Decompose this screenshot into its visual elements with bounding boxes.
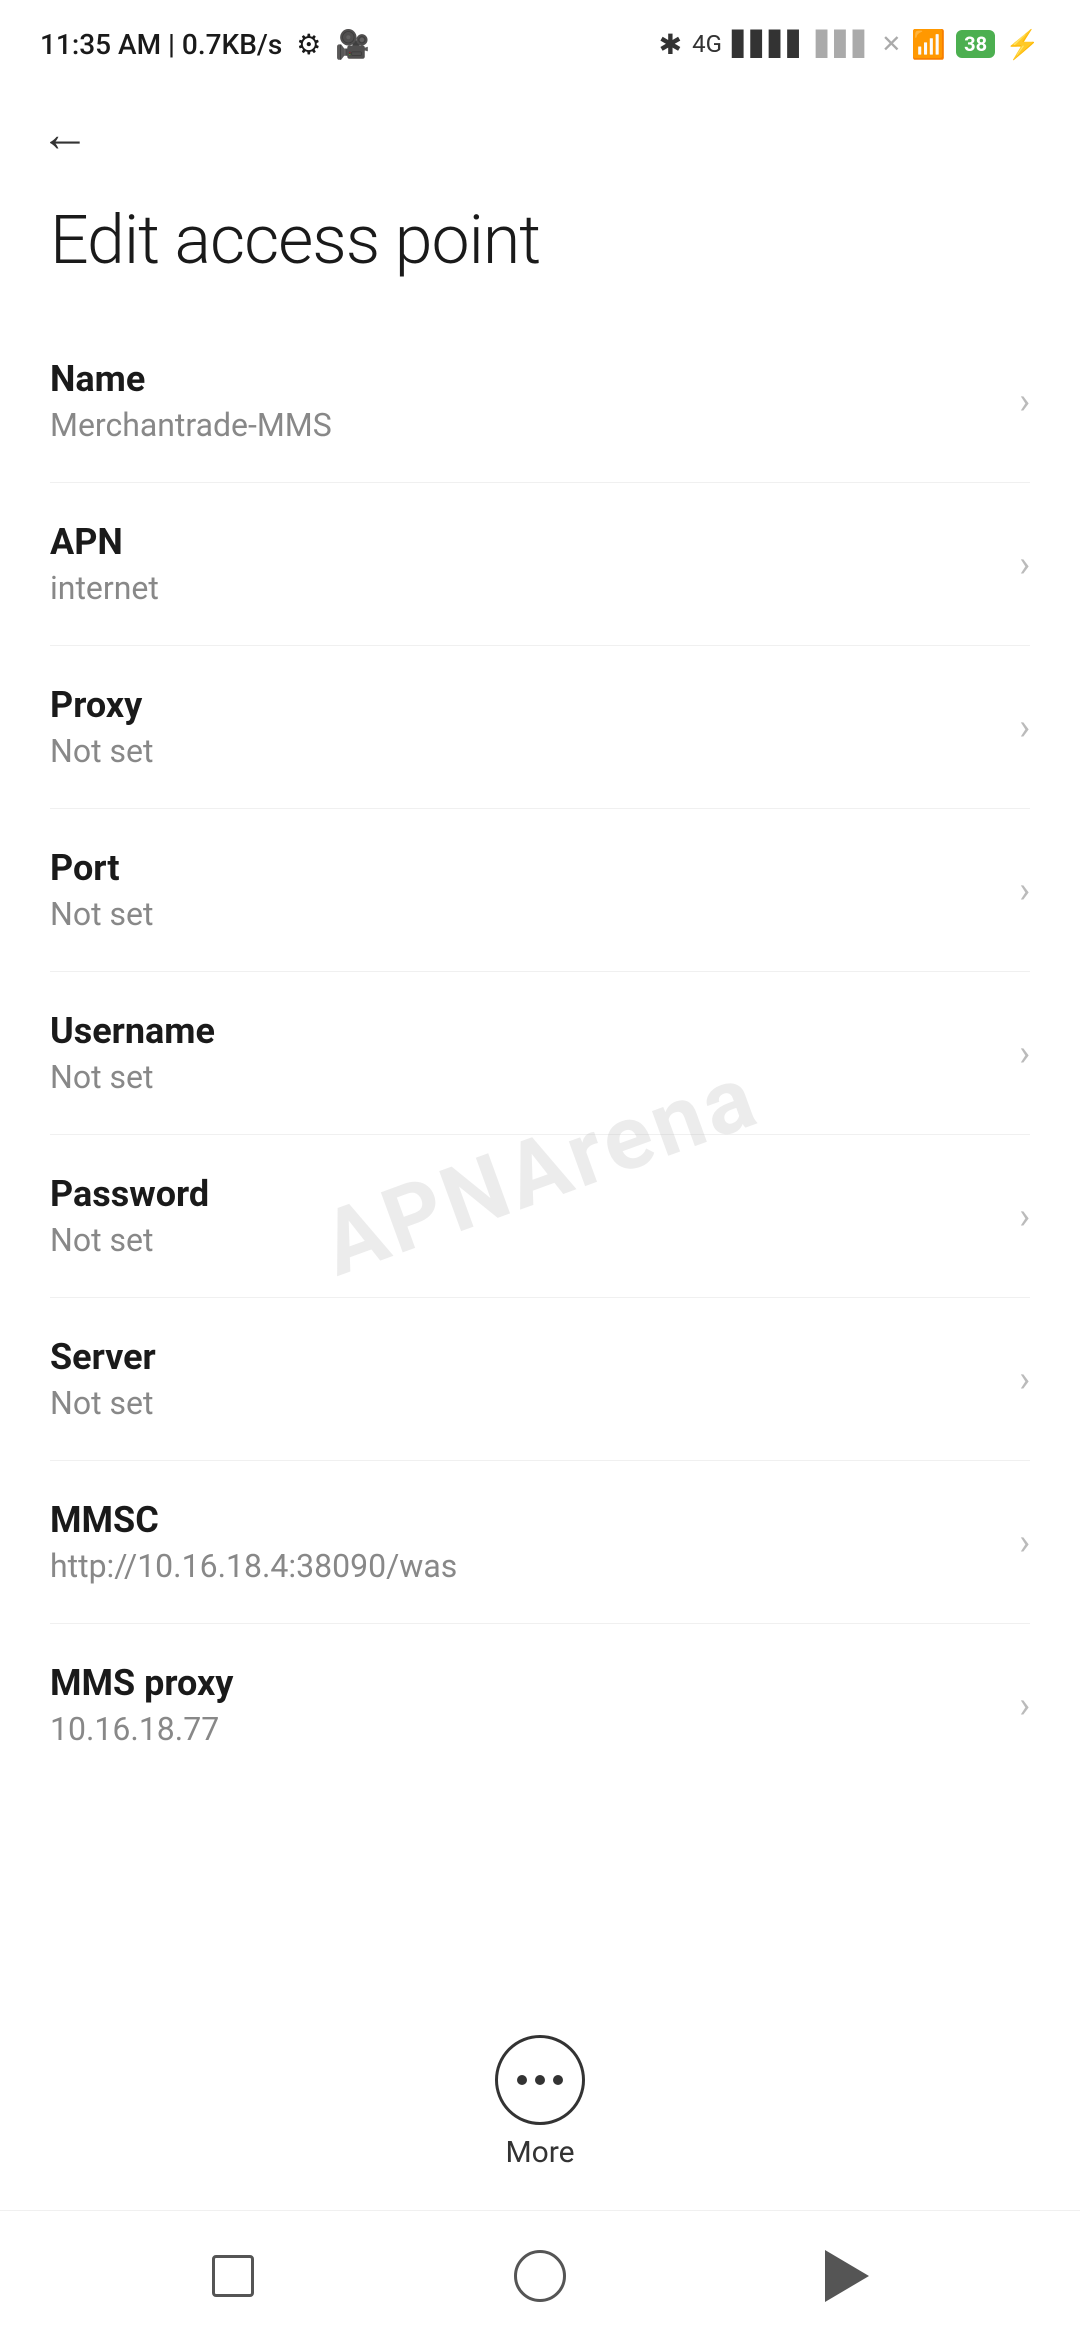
more-dot-2 [535,2075,545,2085]
settings-item-mms-proxy[interactable]: MMS proxy 10.16.18.77 › [50,1624,1030,1786]
more-label: More [505,2135,574,2170]
chevron-right-icon: › [1019,543,1030,585]
settings-item-server[interactable]: Server Not set › [50,1298,1030,1461]
navigation-bar [0,2210,1080,2340]
status-bar: 11:35 AM | 0.7KB/s ⚙ 🎥 ✱ 4G ▋▋▋▋ ▋▋▋ ✕ 📶… [0,0,1080,80]
chevron-right-icon: › [1019,1358,1030,1400]
wifi-icon: 📶 [911,28,946,61]
settings-value-port: Not set [50,895,999,933]
more-dot-3 [553,2075,563,2085]
back-nav-button[interactable] [812,2241,882,2311]
chevron-right-icon: › [1019,1032,1030,1074]
settings-label-name: Name [50,358,999,400]
home-icon [514,2250,566,2302]
settings-value-server: Not set [50,1384,999,1422]
settings-label-server: Server [50,1336,999,1378]
settings-label-port: Port [50,847,999,889]
recent-apps-icon [212,2255,254,2297]
status-time: 11:35 AM | 0.7KB/s ⚙ 🎥 [40,28,370,61]
more-circle-icon [495,2035,585,2125]
chevron-right-icon: › [1019,1684,1030,1726]
settings-item-port[interactable]: Port Not set › [50,809,1030,972]
chevron-right-icon: › [1019,380,1030,422]
settings-value-name: Merchantrade-MMS [50,406,999,444]
recent-apps-button[interactable] [198,2241,268,2311]
settings-value-proxy: Not set [50,732,999,770]
settings-value-apn: internet [50,569,999,607]
settings-value-password: Not set [50,1221,999,1259]
settings-label-apn: APN [50,521,999,563]
charging-icon: ⚡ [1005,28,1040,61]
settings-item-password[interactable]: Password Not set › [50,1135,1030,1298]
battery-indicator: 38 [956,30,995,58]
top-navigation: ← [0,80,1080,170]
no-signal-icon: ✕ [881,30,901,58]
settings-item-apn[interactable]: APN internet › [50,483,1030,646]
bluetooth-icon: ✱ [659,28,682,61]
chevron-right-icon: › [1019,1195,1030,1237]
settings-value-mmsc: http://10.16.18.4:38090/was [50,1547,999,1585]
settings-label-mmsc: MMSC [50,1499,999,1541]
back-nav-icon [825,2250,869,2302]
settings-item-name[interactable]: Name Merchantrade-MMS › [50,320,1030,483]
settings-value-mms-proxy: 10.16.18.77 [50,1710,999,1748]
settings-label-password: Password [50,1173,999,1215]
signal-4g-icon: 4G [692,30,722,58]
time-text: 11:35 AM | 0.7KB/s [40,28,282,61]
settings-label-proxy: Proxy [50,684,999,726]
settings-label-username: Username [50,1010,999,1052]
signal-bars-icon: ▋▋▋▋ [732,30,806,58]
status-icons-right: ✱ 4G ▋▋▋▋ ▋▋▋ ✕ 📶 38 ⚡ [659,28,1040,61]
signal-bars-2-icon: ▋▋▋ [816,30,871,58]
settings-list: Name Merchantrade-MMS › APN internet › P… [0,320,1080,1786]
home-button[interactable] [505,2241,575,2311]
settings-item-proxy[interactable]: Proxy Not set › [50,646,1030,809]
battery-level: 38 [964,32,987,56]
back-button[interactable]: ← [40,110,90,160]
settings-label-mms-proxy: MMS proxy [50,1662,999,1704]
settings-item-mmsc[interactable]: MMSC http://10.16.18.4:38090/was › [50,1461,1030,1624]
settings-icon: ⚙ [296,28,321,61]
chevron-right-icon: › [1019,1521,1030,1563]
chevron-right-icon: › [1019,706,1030,748]
chevron-right-icon: › [1019,869,1030,911]
more-dot-1 [517,2075,527,2085]
video-icon: 🎥 [335,28,370,61]
more-button[interactable]: More [495,2035,585,2170]
settings-value-username: Not set [50,1058,999,1096]
page-title: Edit access point [0,170,1080,320]
settings-item-username[interactable]: Username Not set › [50,972,1030,1135]
